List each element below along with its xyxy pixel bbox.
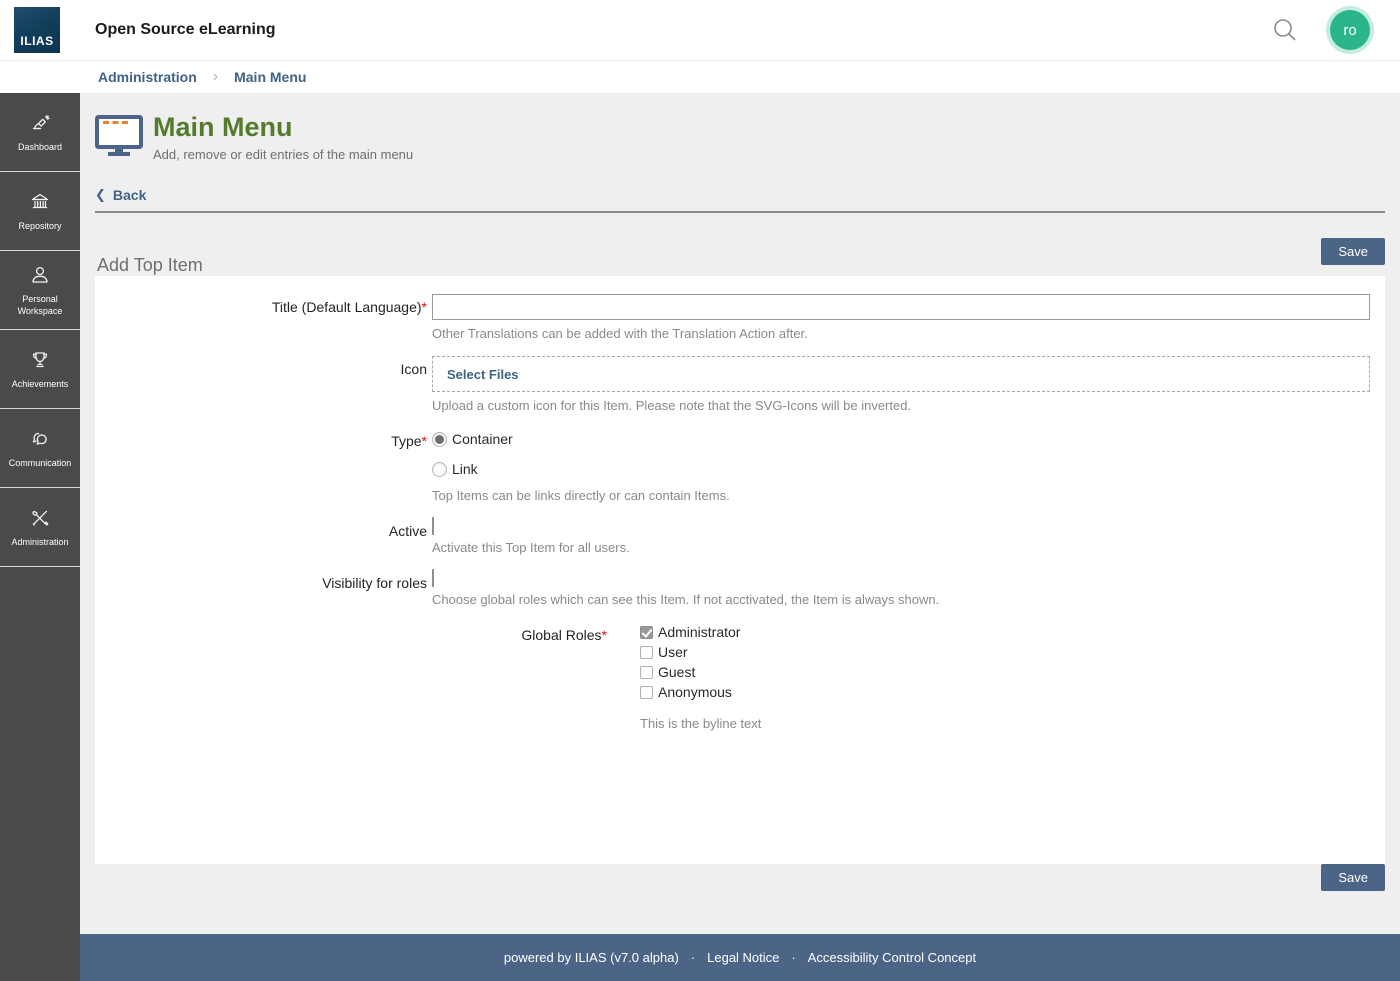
main-sidebar: Dashboard Repository Personal Workspace [0,93,80,981]
repository-icon [28,190,52,214]
form-section-title: Add Top Item [97,255,203,276]
sidebar-item-communication[interactable]: Communication [0,409,80,488]
global-roles-field-label: Global Roles* [521,627,607,644]
required-marker: * [421,433,427,450]
administration-icon [28,506,52,530]
powered-by-text: powered by ILIAS (v7.0 alpha) [503,950,679,966]
anonymous-checkbox[interactable] [640,685,653,699]
role-option-label: Administrator [658,624,741,641]
active-field-byline: Activate this Top Item for all users. [432,540,630,556]
title-field-label: Title (Default Language)* [271,299,427,316]
page-title: Main Menu [153,112,293,142]
radio-container[interactable] [432,431,447,447]
main-content: Main Menu Add, remove or edit entries of… [80,93,1400,934]
sidebar-item-personal-workspace[interactable]: Personal Workspace [0,251,80,330]
search-icon [1270,19,1300,48]
footer-separator: · [690,950,696,966]
sidebar-item-administration[interactable]: Administration [0,488,80,567]
main-menu-icon [95,115,143,162]
save-button-top[interactable]: Save [1321,238,1385,266]
icon-field-label: Icon [400,361,427,378]
avatar[interactable]: ro [1330,10,1370,50]
search-button[interactable] [1270,15,1300,45]
page-footer: powered by ILIAS (v7.0 alpha) · Legal No… [80,934,1400,981]
visibility-checkbox[interactable] [432,569,434,588]
back-chevron-icon: ❮ [95,187,106,203]
icon-dropzone[interactable]: Select Files [432,356,1370,393]
dashboard-icon [28,111,52,135]
required-marker: * [421,299,427,316]
top-header-bar: ILIAS Open Source eLearning ro [0,0,1400,60]
footer-separator: · [791,950,796,966]
global-roles-byline: This is the byline text [640,716,762,732]
radio-link[interactable] [432,461,447,477]
type-field-label: Type* [391,433,427,450]
toolbar-divider [95,211,1385,214]
achievements-icon [28,348,52,372]
active-checkbox[interactable] [432,517,434,536]
user-checkbox[interactable] [640,645,653,659]
title-field-byline: Other Translations can be added with the… [432,326,808,342]
type-option-label: Container [452,431,513,448]
type-option-container[interactable]: Container [432,428,1370,450]
communication-icon [28,427,52,451]
role-option-anonymous[interactable]: Anonymous [640,682,1370,702]
breadcrumb-item-administration[interactable]: Administration [98,69,197,85]
add-top-item-form: Title (Default Language)* Other Translat… [95,276,1385,865]
panel-spacer [95,746,1370,864]
title-input[interactable] [432,294,1370,321]
ilias-logo[interactable]: ILIAS [14,7,60,53]
sidebar-item-achievements[interactable]: Achievements [0,330,80,409]
role-option-label: User [658,644,688,661]
role-option-label: Guest [658,664,696,681]
personal-workspace-icon [28,263,52,287]
footer-gap [95,891,1385,934]
accessibility-link[interactable]: Accessibility Control Concept [808,950,976,965]
icon-field-byline: Upload a custom icon for this Item. Plea… [432,398,912,414]
role-option-administrator[interactable]: Administrator [640,622,1370,642]
visibility-field-byline: Choose global roles which can see this I… [432,592,940,608]
back-link[interactable]: ❮ Back [95,187,146,203]
ilias-logo-text: ILIAS [20,34,54,48]
sidebar-item-label: Dashboard [17,141,63,152]
save-button-bottom[interactable]: Save [1321,864,1385,892]
role-option-label: Anonymous [658,684,732,701]
visibility-field-label: Visibility for roles [322,575,427,592]
type-option-link[interactable]: Link [432,458,1370,480]
sidebar-item-label: Communication [8,457,72,468]
app-title: Open Source eLearning [95,21,276,38]
topbar-actions: ro [1270,10,1370,50]
sidebar-item-repository[interactable]: Repository [0,172,80,251]
role-option-user[interactable]: User [640,642,1370,662]
breadcrumb-separator-icon: › [212,68,219,85]
select-files-button[interactable]: Select Files [447,367,519,382]
breadcrumb-item-main-menu[interactable]: Main Menu [234,69,306,85]
avatar-initials: ro [1343,21,1357,39]
type-option-label: Link [452,461,478,478]
sidebar-item-dashboard[interactable]: Dashboard [0,93,80,172]
page-subtitle: Add, remove or edit entries of the main … [153,147,414,163]
breadcrumb: Administration › Main Menu [0,60,1400,93]
guest-checkbox[interactable] [640,665,653,679]
legal-notice-link[interactable]: Legal Notice [707,950,779,965]
sidebar-item-label: Achievements [11,378,69,389]
type-field-byline: Top Items can be links directly or can c… [432,488,730,504]
sidebar-item-label: Personal Workspace [17,294,63,316]
role-option-guest[interactable]: Guest [640,662,1370,682]
sidebar-item-label: Repository [18,220,62,231]
sidebar-item-label: Administration [11,536,69,547]
back-label: Back [112,187,147,204]
active-field-label: Active [388,523,427,540]
administrator-checkbox[interactable] [640,625,653,639]
required-marker: * [601,627,607,644]
